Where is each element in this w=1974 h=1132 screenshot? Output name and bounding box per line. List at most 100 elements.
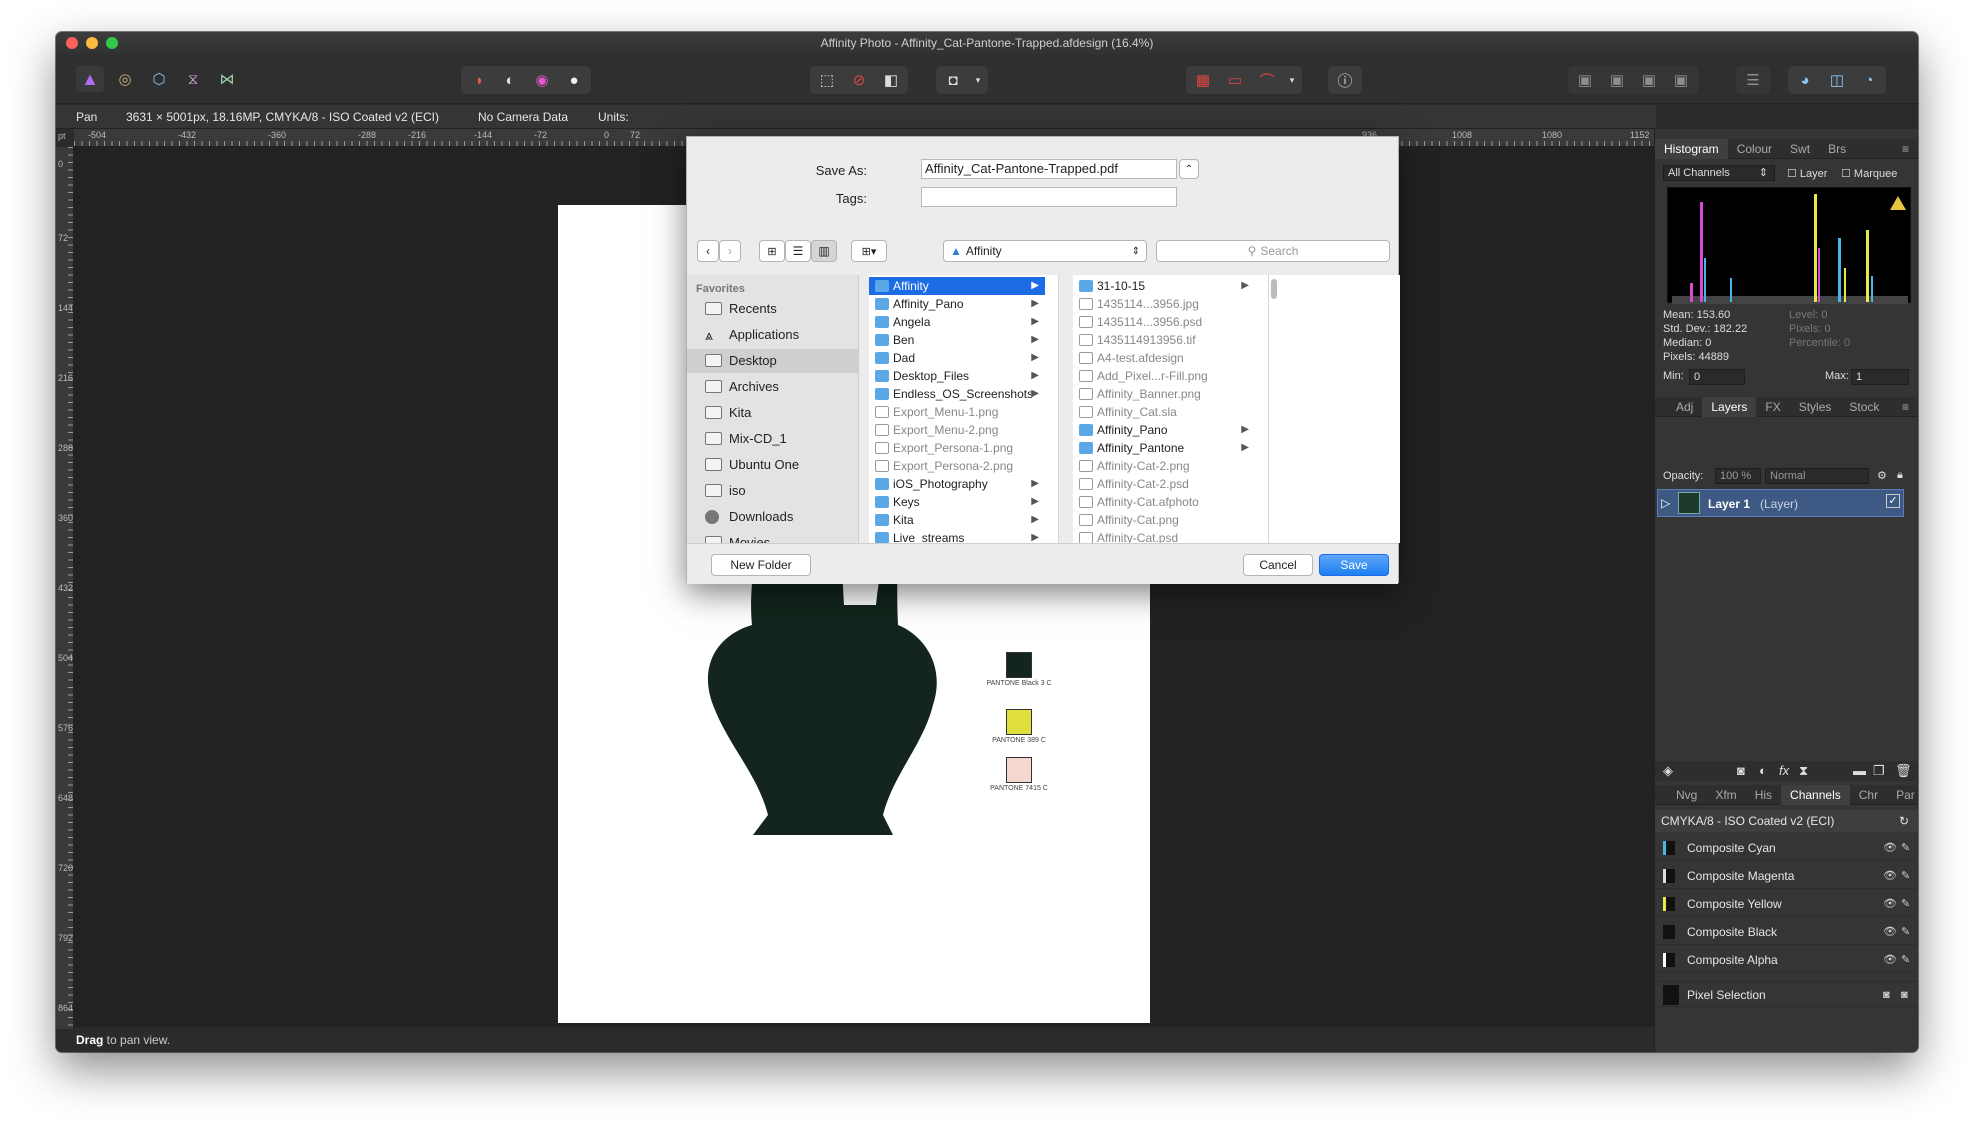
file-row[interactable]: Affinity ▶ — [869, 277, 1045, 295]
swatch-pantone-7415[interactable] — [1006, 757, 1032, 783]
mask-icon[interactable]: ◙ — [1901, 982, 1908, 1008]
photo-persona-button[interactable]: ▲ — [76, 66, 104, 92]
chevron-down-icon[interactable]: ▾ — [1286, 68, 1298, 92]
pencil-icon[interactable]: ✎ — [1901, 863, 1910, 889]
file-row[interactable]: 1435114...3956.jpg — [1073, 295, 1255, 313]
tab-colour[interactable]: Colour — [1728, 142, 1781, 156]
grid-icon[interactable]: ▦ — [1190, 68, 1216, 92]
ruler-guides-icon[interactable]: ▭ — [1222, 68, 1248, 92]
tab-brushes[interactable]: Brs — [1819, 142, 1855, 156]
icon-view-button[interactable]: ⊞ — [759, 240, 785, 262]
move-back-icon[interactable]: ▣ — [1572, 68, 1598, 92]
file-row[interactable]: Live_streams ▶ — [869, 529, 1045, 543]
tab-navigator[interactable]: Nvg — [1667, 788, 1706, 802]
tab-swatches[interactable]: Swt — [1781, 142, 1819, 156]
file-row[interactable]: 1435114...3956.psd — [1073, 313, 1255, 331]
adjustment-icon[interactable]: ◐ — [1759, 763, 1767, 778]
contrast-icon[interactable]: ◐ — [497, 68, 523, 92]
fx-icon[interactable]: fx — [1779, 763, 1789, 778]
forward-button[interactable]: › — [719, 240, 741, 262]
align-icon[interactable]: ☰ — [1740, 68, 1766, 92]
move-forward-icon[interactable]: ▣ — [1636, 68, 1662, 92]
channel-row[interactable]: Composite Black 👁︎ ✎ — [1657, 919, 1917, 945]
trash-icon[interactable]: 🗑︎ — [1895, 763, 1912, 779]
channel-row[interactable]: Composite Cyan 👁︎ ✎ — [1657, 835, 1917, 861]
file-row[interactable]: Desktop_Files ▶ — [869, 367, 1045, 385]
vertical-ruler[interactable]: 0 72 144 216 288 360 432 504 576 648 720… — [56, 147, 74, 1052]
file-row[interactable]: Export_Menu-1.png — [869, 403, 1045, 421]
file-row[interactable]: 1435114913956.tif — [1073, 331, 1255, 349]
file-row[interactable]: Affinity_Banner.png — [1073, 385, 1255, 403]
file-row[interactable]: 31-10-15 ▶ — [1073, 277, 1255, 295]
file-row[interactable]: Add_Pixel...r-Fill.png — [1073, 367, 1255, 385]
hourglass-icon[interactable]: ⧗ — [1799, 763, 1808, 779]
eye-icon[interactable]: 👁︎ — [1883, 919, 1897, 945]
file-row[interactable]: Affinity-Cat-2.psd — [1073, 475, 1255, 493]
chevron-down-icon[interactable]: ▾ — [972, 68, 984, 92]
sidebar-item-ubuntu-one[interactable]: Ubuntu One — [687, 453, 858, 477]
file-row[interactable]: A4-test.afdesign — [1073, 349, 1255, 367]
snapping-magnet-icon[interactable]: ⌒ — [1254, 68, 1280, 92]
select-all-icon[interactable]: ⬚ — [814, 68, 840, 92]
tab-transform[interactable]: Xfm — [1706, 788, 1745, 802]
sidebar-item-mix-cd[interactable]: Mix-CD_1 — [687, 427, 858, 451]
pixel-selection-row[interactable]: Pixel Selection ◙ ◙ — [1657, 981, 1917, 1007]
search-field[interactable]: ⚲ Search — [1156, 240, 1390, 262]
levels-icon[interactable]: ◑ — [465, 68, 491, 92]
tab-stock[interactable]: Stock — [1840, 400, 1888, 414]
file-row[interactable]: Affinity-Cat.png — [1073, 511, 1255, 529]
mask-icon[interactable]: ◙ — [1737, 763, 1745, 778]
file-row[interactable]: Affinity_Pano ▶ — [869, 295, 1045, 313]
tone-mapping-persona-button[interactable]: ⧖ — [180, 66, 206, 92]
lock-icon[interactable]: 🔒︎ — [1897, 469, 1903, 482]
move-front-icon[interactable]: ▣ — [1668, 68, 1694, 92]
file-row[interactable]: Ben ▶ — [869, 331, 1045, 349]
channel-row[interactable]: Composite Yellow 👁︎ ✎ — [1657, 891, 1917, 917]
blend-mode-select[interactable]: Normal — [1765, 468, 1869, 484]
file-row[interactable]: Affinity-Cat.afphoto — [1073, 493, 1255, 511]
list-view-button[interactable]: ☰ — [785, 240, 811, 262]
file-row[interactable]: Export_Persona-1.png — [869, 439, 1045, 457]
invert-selection-icon[interactable]: ◧ — [878, 68, 904, 92]
sidebar-item-applications[interactable]: ⩓ Applications — [687, 323, 858, 347]
eye-icon[interactable]: 👁︎ — [1883, 947, 1897, 973]
channel-row[interactable]: Composite Magenta 👁︎ ✎ — [1657, 863, 1917, 889]
gear-icon[interactable]: ⚙ — [1877, 469, 1887, 482]
move-backward-icon[interactable]: ▣ — [1604, 68, 1630, 92]
layer-checkbox[interactable]: ☐ Layer — [1787, 167, 1827, 180]
tab-history[interactable]: His — [1746, 788, 1781, 802]
swatch-pantone-black[interactable] — [1006, 652, 1032, 678]
layers-stack-icon[interactable]: ◈ — [1663, 763, 1673, 779]
cancel-button[interactable]: Cancel — [1243, 554, 1313, 576]
channel-row[interactable]: Composite Alpha 👁︎ ✎ — [1657, 947, 1917, 973]
file-row[interactable]: Affinity_Pano ▶ — [1073, 421, 1255, 439]
deselect-icon[interactable]: ⊘ — [846, 68, 872, 92]
sidebar-item-movies[interactable]: Movies — [687, 531, 858, 543]
max-input[interactable]: 1 — [1851, 369, 1909, 385]
file-row[interactable]: Affinity_Pantone ▶ — [1073, 439, 1255, 457]
save-button[interactable]: Save — [1319, 554, 1389, 576]
file-row[interactable]: Endless_OS_Screenshots ▶ — [869, 385, 1045, 403]
minimize-window-button[interactable] — [86, 37, 98, 49]
back-button[interactable]: ‹ — [697, 240, 719, 262]
marquee-checkbox[interactable]: ☐ Marquee — [1841, 167, 1897, 180]
file-row[interactable]: Affinity-Cat-2.png — [1073, 457, 1255, 475]
group-button[interactable]: ⊞▾ — [851, 240, 887, 262]
zoom-window-button[interactable] — [106, 37, 118, 49]
white-balance-icon[interactable]: ● — [561, 68, 587, 92]
liquify-persona-button[interactable]: ◎ — [112, 66, 138, 92]
sidebar-item-kita[interactable]: Kita — [687, 401, 858, 425]
tab-adjustments[interactable]: Adj — [1667, 400, 1702, 414]
folder-icon[interactable]: ▬ — [1853, 763, 1866, 778]
eye-icon[interactable]: 👁︎ — [1883, 891, 1897, 917]
opacity-input[interactable]: 100 % — [1715, 468, 1761, 484]
file-row[interactable]: Export_Menu-2.png — [869, 421, 1045, 439]
column-view-button[interactable]: ▥ — [811, 240, 837, 262]
mask-icon[interactable]: ◙ — [1883, 982, 1890, 1008]
file-row[interactable]: Affinity-Cat.psd — [1073, 529, 1255, 543]
sidebar-item-iso[interactable]: iso — [687, 479, 858, 503]
tags-input[interactable] — [921, 187, 1177, 207]
eye-icon[interactable]: 👁︎ — [1883, 835, 1897, 861]
min-input[interactable]: 0 — [1689, 369, 1745, 385]
tab-character[interactable]: Chr — [1850, 788, 1887, 802]
